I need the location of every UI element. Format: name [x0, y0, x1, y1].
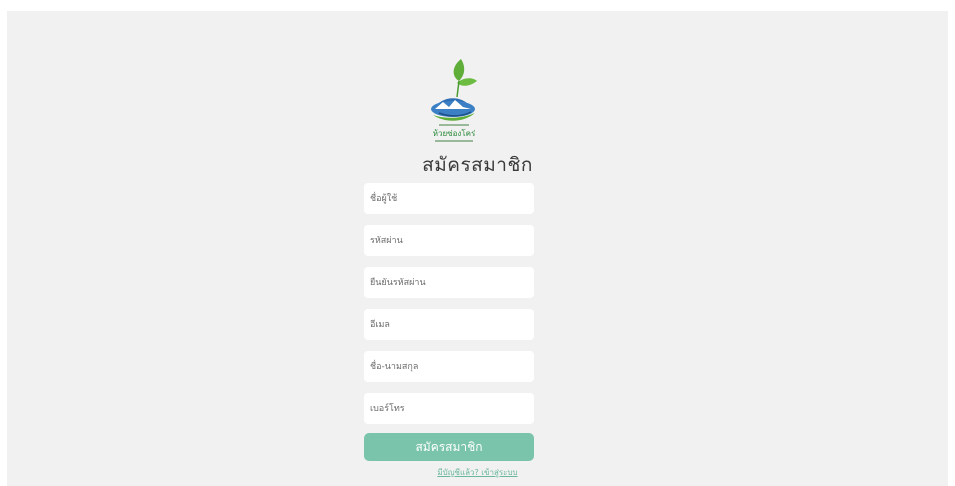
fullname-field[interactable] [364, 351, 534, 382]
page-title: สมัครสมาชิก [422, 154, 533, 176]
password-field[interactable] [364, 225, 534, 256]
registration-page: ห้วยซ่องโคร่ สมัครสมาชิก สมัครสมาชิก มีบ… [7, 11, 948, 486]
register-button[interactable]: สมัครสมาชิก [364, 433, 534, 461]
logo-name: ห้วยซ่องโคร่ [433, 128, 476, 138]
site-logo: ห้วยซ่องโคร่ [421, 57, 487, 149]
confirm-password-field[interactable] [364, 267, 534, 298]
username-field[interactable] [364, 183, 534, 214]
email-field[interactable] [364, 309, 534, 340]
login-link[interactable]: มีบัญชีแล้ว? เข้าสู่ระบบ [7, 466, 948, 479]
phone-field[interactable] [364, 393, 534, 424]
